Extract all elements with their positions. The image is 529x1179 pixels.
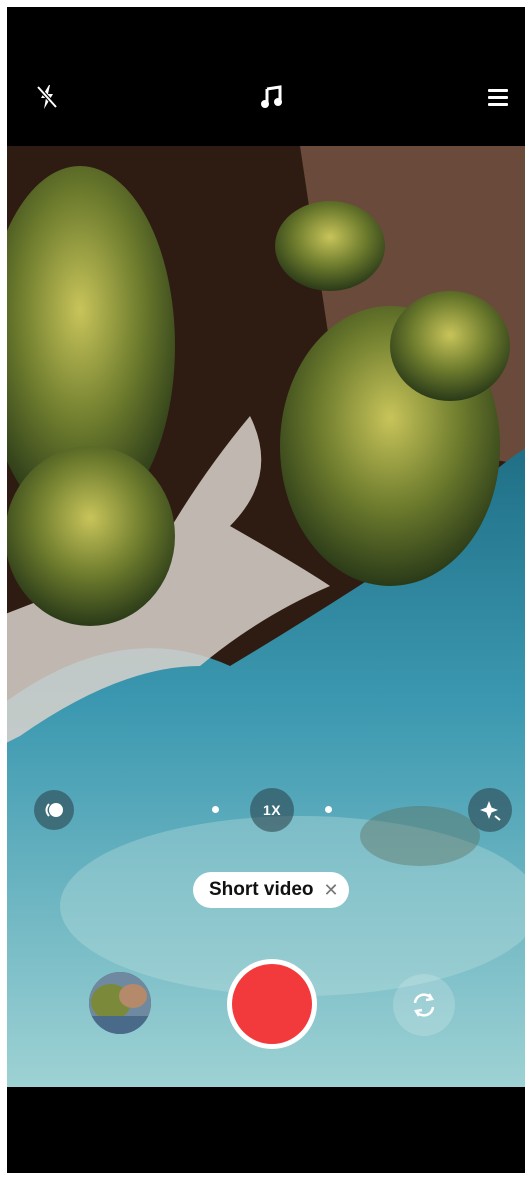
zoom-level-dot[interactable] (212, 806, 219, 813)
record-button-inner (232, 964, 312, 1044)
filter-toggle-icon (45, 803, 63, 817)
bottom-bar (0, 1087, 529, 1179)
record-button[interactable] (227, 959, 317, 1049)
gallery-preview-image (89, 972, 151, 1034)
mode-pill[interactable]: Short video ✕ (193, 872, 349, 908)
switch-camera-icon (413, 993, 435, 1017)
mode-label: Short video (209, 879, 314, 900)
zoom-level-button[interactable]: 1X (250, 788, 294, 832)
hamburger-menu-icon[interactable] (483, 82, 513, 112)
zoom-level-dot[interactable] (325, 806, 332, 813)
gallery-thumbnail[interactable] (89, 972, 151, 1034)
zoom-label: 1X (262, 802, 282, 818)
effects-button[interactable] (468, 788, 512, 832)
top-bar (0, 0, 529, 146)
sparkle-effects-icon (480, 801, 501, 821)
switch-camera-button[interactable] (393, 974, 455, 1036)
viewfinder-scene (0, 146, 529, 1087)
camera-viewfinder[interactable]: 1X (0, 146, 529, 1087)
filter-toggle-button[interactable] (34, 790, 74, 830)
close-icon[interactable]: ✕ (324, 881, 339, 899)
music-note-icon[interactable] (257, 82, 287, 112)
flash-off-icon[interactable] (32, 82, 62, 112)
